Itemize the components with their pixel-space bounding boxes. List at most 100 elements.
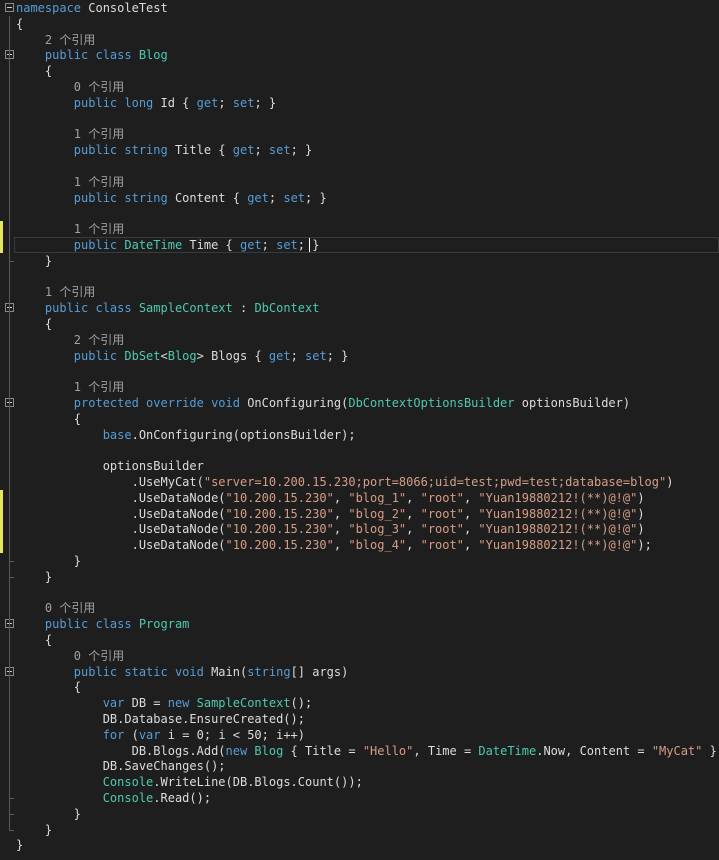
code-line[interactable]: Console.WriteLine(DB.Blogs.Count()); <box>0 774 719 790</box>
code-line[interactable]: Console.Read(); <box>0 790 719 806</box>
code-line[interactable]: } <box>0 837 719 853</box>
code-line[interactable] <box>0 205 719 221</box>
reference-count-link[interactable]: 2 个引用 <box>16 33 95 47</box>
code-token: }); <box>709 743 719 758</box>
reference-count-link[interactable]: 1 个引用 <box>16 175 124 189</box>
code-token: ) <box>637 522 645 537</box>
reference-count-link[interactable]: 1 个引用 <box>16 222 124 236</box>
code-text: .UseDataNode("10.200.15.230", "blog_1", … <box>16 490 645 506</box>
code-line[interactable]: public DateTime Time { get; set; } <box>0 237 719 253</box>
code-lens-line[interactable]: 1 个引用 <box>0 126 719 142</box>
code-token: Content { <box>174 190 248 205</box>
reference-count-link[interactable]: 1 个引用 <box>16 380 124 394</box>
code-token: .UseMyCat( <box>16 475 204 489</box>
code-line[interactable]: protected override void OnConfiguring(Db… <box>0 395 719 411</box>
code-line[interactable]: optionsBuilder <box>0 458 719 474</box>
code-line[interactable] <box>0 158 719 174</box>
code-line[interactable]: { <box>0 411 719 427</box>
code-text: DB.SaveChanges(); <box>16 758 226 774</box>
code-token: SampleContext <box>138 301 233 316</box>
code-line[interactable]: { <box>0 679 719 695</box>
code-line[interactable]: } <box>0 806 719 822</box>
code-line[interactable]: base.OnConfiguring(optionsBuilder); <box>0 427 719 443</box>
code-line[interactable] <box>0 269 719 285</box>
code-line[interactable]: DB.Database.EnsureCreated(); <box>0 711 719 727</box>
reference-count-link[interactable]: 0 个引用 <box>16 649 124 663</box>
reference-count-link[interactable]: 2 个引用 <box>16 333 124 347</box>
code-line[interactable]: public class Blog <box>0 47 719 63</box>
code-line[interactable]: { <box>0 316 719 332</box>
code-lens-line[interactable]: 0 个引用 <box>0 600 719 616</box>
code-lens-line[interactable]: 1 个引用 <box>0 221 719 237</box>
code-line[interactable]: public string Title { get; set; } <box>0 142 719 158</box>
code-line[interactable]: .UseDataNode("10.200.15.230", "blog_3", … <box>0 521 719 537</box>
code-token: Main( <box>211 664 248 679</box>
code-token: } <box>16 253 53 268</box>
code-token: DB.SaveChanges(); <box>16 759 226 774</box>
code-token: > Blogs { <box>196 348 269 363</box>
code-text: 1 个引用 <box>16 221 124 237</box>
code-line[interactable]: .UseDataNode("10.200.15.230", "blog_4", … <box>0 537 719 553</box>
code-text: { <box>16 316 52 332</box>
code-line[interactable] <box>0 111 719 127</box>
code-line[interactable]: var DB = new SampleContext(); <box>0 695 719 711</box>
code-token: "10.200.15.230" <box>225 490 334 505</box>
code-lens-line[interactable]: 1 个引用 <box>0 284 719 300</box>
code-line[interactable]: public static void Main(string[] args) <box>0 664 719 680</box>
code-token: .WriteLine(DB.Blogs.Count()); <box>153 775 363 790</box>
code-text: protected override void OnConfiguring(Db… <box>16 395 630 411</box>
code-line[interactable]: DB.Blogs.Add(new Blog { Title = "Hello",… <box>0 743 719 759</box>
code-token: public string <box>16 190 175 205</box>
reference-count-link[interactable]: 1 个引用 <box>16 127 124 141</box>
code-line[interactable]: public string Content { get; set; } <box>0 190 719 206</box>
code-lens-line[interactable]: 0 个引用 <box>0 648 719 664</box>
code-line[interactable]: { <box>0 63 719 79</box>
code-line[interactable]: { <box>0 16 719 32</box>
code-token: { <box>16 411 82 426</box>
code-line[interactable]: } <box>0 569 719 585</box>
code-line[interactable]: { <box>0 632 719 648</box>
code-token: "root" <box>420 538 464 553</box>
reference-count-link[interactable]: 1 个引用 <box>16 285 95 299</box>
code-line[interactable] <box>0 363 719 379</box>
code-lens-line[interactable]: 1 个引用 <box>0 379 719 395</box>
code-lens-line[interactable]: 0 个引用 <box>0 79 719 95</box>
code-token: "root" <box>420 490 464 505</box>
code-line[interactable]: public class Program <box>0 616 719 632</box>
code-line[interactable]: namespace ConsoleTest <box>0 0 719 16</box>
code-line[interactable]: .UseDataNode("10.200.15.230", "blog_1", … <box>0 490 719 506</box>
code-line[interactable]: .UseDataNode("10.200.15.230", "blog_2", … <box>0 506 719 522</box>
code-line[interactable]: } <box>0 822 719 838</box>
code-line[interactable]: public long Id { get; set; } <box>0 95 719 111</box>
code-line[interactable] <box>0 585 719 601</box>
code-token: ) <box>666 475 674 489</box>
code-line[interactable] <box>0 442 719 458</box>
code-line[interactable]: } <box>0 253 719 269</box>
code-line[interactable]: DB.SaveChanges(); <box>0 758 719 774</box>
code-token: ; } <box>290 143 313 158</box>
code-token: DateTime <box>478 743 537 758</box>
reference-count-link[interactable]: 0 个引用 <box>16 601 95 615</box>
code-line[interactable]: } <box>0 553 719 569</box>
code-text: public class SampleContext : DbContext <box>16 300 320 316</box>
code-token: "10.200.15.230" <box>225 522 334 537</box>
code-line[interactable]: .UseMyCat("server=10.200.15.230;port=806… <box>0 474 719 490</box>
code-line[interactable]: for (var i = 0; i < 50; i++) <box>0 727 719 743</box>
code-line[interactable]: public DbSet<Blog> Blogs { get; set; } <box>0 348 719 364</box>
code-editor[interactable]: namespace ConsoleTest{ 2 个引用 public clas… <box>0 0 719 860</box>
code-token: optionsBuilder) <box>514 396 631 410</box>
reference-count-link[interactable]: 0 个引用 <box>16 80 124 94</box>
code-token: ; <box>268 190 284 205</box>
code-token: Time { <box>182 238 240 252</box>
code-line[interactable]: public class SampleContext : DbContext <box>0 300 719 316</box>
code-token: ; } <box>254 95 277 110</box>
code-text: public static void Main(string[] args) <box>16 664 349 680</box>
code-token: var <box>138 727 161 742</box>
code-token: { <box>16 317 53 331</box>
code-lens-line[interactable]: 1 个引用 <box>0 174 719 190</box>
code-lens-line[interactable]: 2 个引用 <box>0 332 719 348</box>
code-lens-line[interactable]: 2 个引用 <box>0 32 719 48</box>
code-token: Id { <box>160 95 197 110</box>
code-text: public string Content { get; set; } <box>16 190 327 206</box>
code-token: ; <box>290 348 306 363</box>
